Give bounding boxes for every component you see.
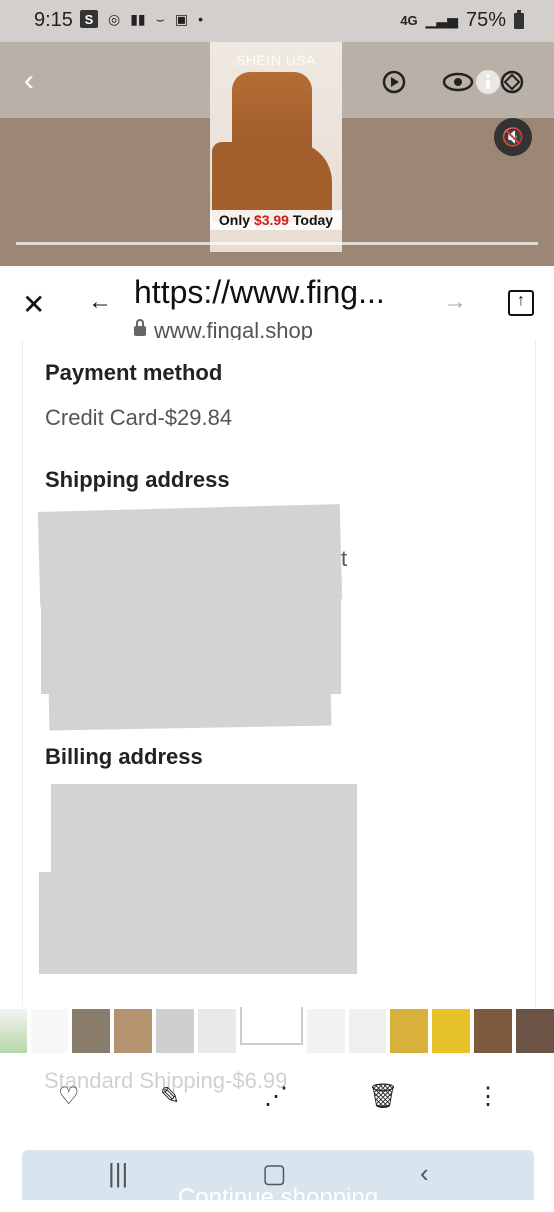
video-ad[interactable]: Only $3.99 Today SHEIN USA ‹ 🔇: [0, 42, 554, 266]
product-image: [212, 72, 332, 222]
thumbnail[interactable]: [516, 1009, 554, 1053]
home-icon[interactable]: ▢: [262, 1158, 287, 1189]
brand-watermark: SHEIN USA: [236, 52, 316, 68]
order-details: Payment method Credit Card-$29.84 Shippi…: [22, 340, 536, 1021]
shipping-partial-text: t: [341, 546, 348, 571]
thumbnail-selected[interactable]: [239, 1007, 303, 1045]
amazon-icon: ⌣: [155, 10, 165, 27]
edit-pencil-icon[interactable]: ✎: [160, 1082, 180, 1111]
thumbnail[interactable]: [198, 1009, 236, 1053]
thumbnail[interactable]: [156, 1009, 195, 1053]
rotate-icon[interactable]: [494, 64, 530, 100]
open-in-browser-icon[interactable]: ↑: [508, 290, 534, 316]
heart-icon[interactable]: ♡: [58, 1082, 80, 1111]
image-icon: ▣: [174, 10, 189, 27]
system-indicators: 4G ▁▃▅ 75%: [400, 9, 524, 32]
more-options-icon[interactable]: ⋮: [476, 1082, 500, 1111]
payment-heading: Payment method: [45, 360, 223, 385]
signal-bars-icon: ▮▮: [130, 10, 146, 27]
mute-icon[interactable]: 🔇: [494, 118, 532, 156]
cell-signal-icon: ▁▃▅: [425, 12, 458, 28]
recents-icon[interactable]: |||: [108, 1158, 128, 1189]
thumbnail[interactable]: [432, 1009, 471, 1053]
back-nav-icon[interactable]: ‹: [420, 1158, 429, 1189]
lock-icon: [134, 319, 146, 336]
battery-percent: 75%: [465, 9, 506, 31]
nav-bar: Continue shopping ||| ▢ ‹: [22, 1150, 534, 1211]
billing-heading: Billing address: [45, 744, 203, 769]
video-progress-bar[interactable]: [16, 242, 538, 245]
battery-icon: [514, 9, 524, 29]
share-icon[interactable]: ⋰: [264, 1082, 288, 1111]
back-arrow-icon[interactable]: ‹: [24, 66, 34, 96]
thumbnail[interactable]: [474, 1009, 513, 1053]
thumbnail[interactable]: [0, 1009, 27, 1053]
thumbnail[interactable]: [72, 1009, 111, 1053]
clock: 9:15: [34, 9, 73, 31]
thumbnail[interactable]: [30, 1009, 69, 1053]
redaction-block: [48, 677, 332, 731]
delete-icon[interactable]: 🗑: [368, 1082, 398, 1111]
notification-icons: S ◎ ▮▮ ⌣ ▣ •: [80, 10, 203, 28]
chrome-icon: ◎: [108, 10, 121, 27]
thumbnail[interactable]: [390, 1009, 429, 1053]
forward-icon[interactable]: →: [443, 288, 467, 316]
status-bar: 9:15 S ◎ ▮▮ ⌣ ▣ • 4G ▁▃▅ 75%: [0, 0, 554, 42]
thumbnail[interactable]: [306, 1009, 345, 1053]
close-icon[interactable]: ✕: [22, 288, 45, 321]
dot-icon: •: [198, 11, 203, 27]
back-icon[interactable]: ←: [88, 288, 112, 316]
thumbnail[interactable]: [348, 1009, 387, 1053]
promo-price: $3.99: [253, 212, 289, 228]
screenshot-toolbar: Standard Shipping-$6.99 ♡ ✎ ⋰ 🗑 ⋮: [20, 1068, 534, 1118]
shipping-heading: Shipping address: [45, 467, 230, 492]
replay-icon[interactable]: [376, 64, 412, 100]
payment-value: Credit Card-$29.84: [45, 405, 233, 430]
screenshot-thumbnail-strip[interactable]: [0, 1007, 554, 1055]
promo-banner: Only $3.99 Today: [210, 210, 342, 230]
network-indicator: 4G: [400, 13, 418, 28]
page-url[interactable]: https://www.fing...: [134, 274, 385, 311]
browser-toolbar: ✕ ← https://www.fing... www.fingal.shop …: [0, 266, 554, 343]
ad-thumbnail: Only $3.99 Today: [210, 42, 342, 252]
redaction-block: [39, 872, 357, 974]
s-app-icon: S: [80, 10, 98, 28]
redaction-block: [51, 784, 357, 880]
thumbnail[interactable]: [114, 1009, 153, 1053]
